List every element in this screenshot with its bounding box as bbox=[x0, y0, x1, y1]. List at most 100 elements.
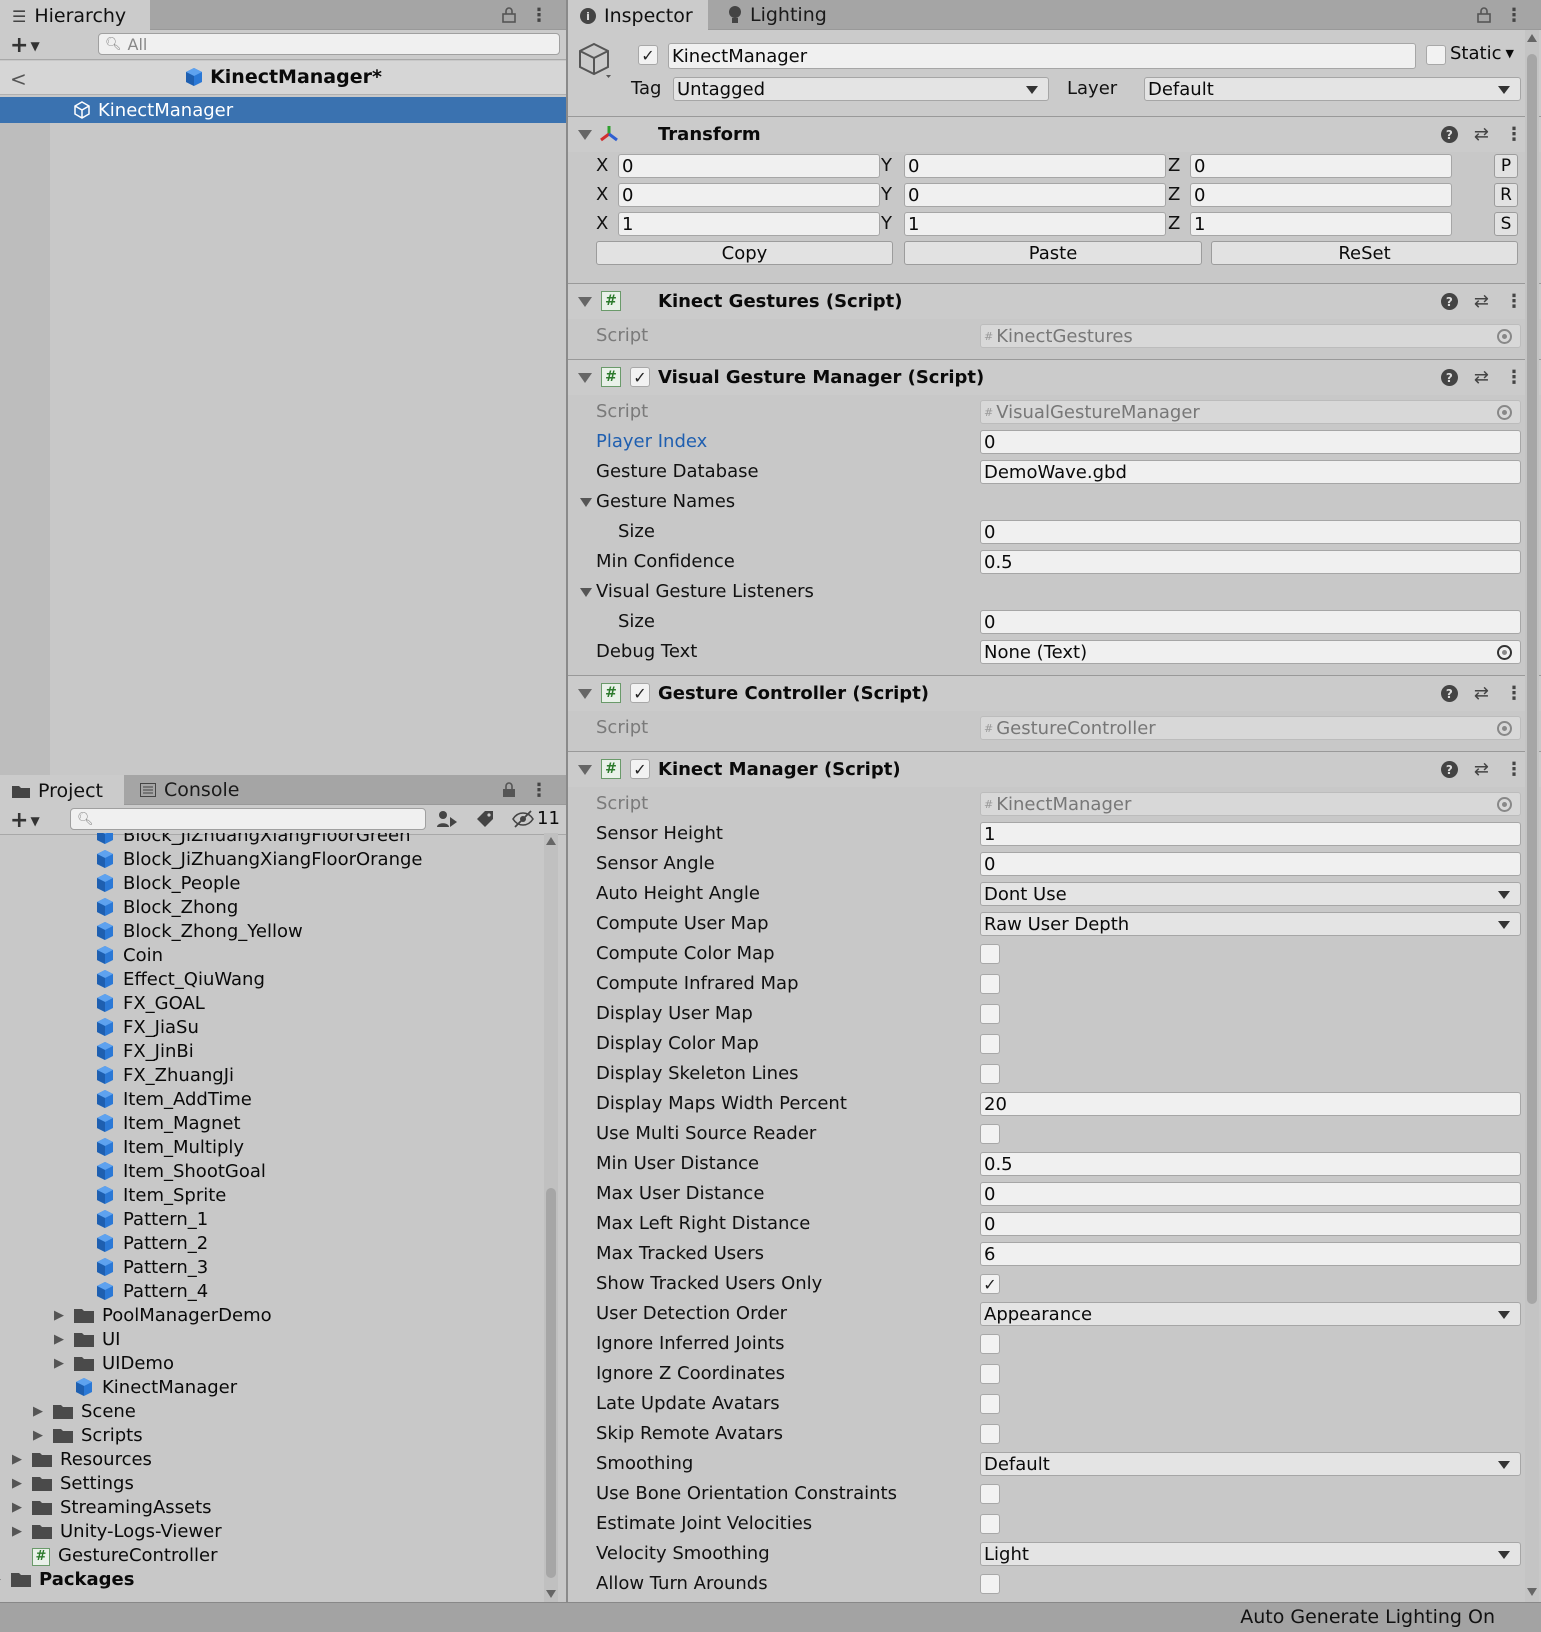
allow-turn-arounds-checkbox[interactable] bbox=[980, 1574, 1000, 1594]
project-item[interactable]: ▶ Scene bbox=[31, 1399, 136, 1423]
object-name-field[interactable]: KinectManager bbox=[668, 43, 1416, 69]
kebab-menu-icon[interactable]: ⋮ bbox=[530, 780, 548, 801]
scroll-down-icon[interactable] bbox=[1527, 1588, 1537, 1596]
user-detection-order-dropdown[interactable]: Appearance bbox=[980, 1302, 1521, 1326]
scale-reset-button[interactable]: S bbox=[1494, 212, 1518, 236]
tab-lighting[interactable]: Lighting bbox=[716, 0, 846, 30]
component-enabled-checkbox[interactable]: ✓ bbox=[630, 367, 650, 387]
show-tracked-users-only-checkbox[interactable]: ✓ bbox=[980, 1274, 1000, 1294]
tag-dropdown[interactable]: Untagged bbox=[673, 77, 1049, 101]
foldout-arrow-icon[interactable] bbox=[578, 689, 592, 699]
help-icon[interactable]: ? bbox=[1440, 761, 1458, 778]
object-picker-icon[interactable] bbox=[1497, 329, 1512, 344]
scroll-up-icon[interactable] bbox=[546, 837, 556, 845]
hierarchy-search-input[interactable]: 🔍︎ All bbox=[98, 33, 560, 55]
display-color-map-checkbox[interactable] bbox=[980, 1034, 1000, 1054]
kinect-gestures-header[interactable]: # Kinect Gestures (Script) ? ⇄ ⋮ bbox=[568, 283, 1541, 319]
project-item[interactable]: Coin bbox=[73, 943, 163, 967]
object-picker-icon[interactable] bbox=[1497, 797, 1512, 812]
foldout-arrow-icon[interactable] bbox=[580, 588, 592, 597]
presets-sliders-icon[interactable]: ⇄ bbox=[1474, 367, 1489, 388]
scroll-up-icon[interactable] bbox=[1527, 34, 1537, 42]
layer-dropdown[interactable]: Default bbox=[1144, 77, 1521, 101]
gesture-controller-header[interactable]: # ✓ Gesture Controller (Script) ? ⇄ ⋮ bbox=[568, 675, 1541, 711]
project-item[interactable]: Block_Zhong bbox=[73, 895, 238, 919]
project-item[interactable]: Item_Sprite bbox=[73, 1183, 226, 1207]
rotation-reset-button[interactable]: R bbox=[1494, 183, 1518, 207]
expand-arrow-icon[interactable]: ▶ bbox=[31, 1404, 45, 1419]
scale-z-field[interactable]: 1 bbox=[1190, 212, 1452, 236]
project-item[interactable]: ▶ UI bbox=[52, 1327, 120, 1351]
gesture-database-field[interactable]: DemoWave.gbd bbox=[980, 460, 1521, 484]
position-x-field[interactable]: 0 bbox=[618, 154, 880, 178]
project-item[interactable]: ▶ Settings bbox=[10, 1471, 134, 1495]
ignore-inferred-joints-checkbox[interactable] bbox=[980, 1334, 1000, 1354]
use-bone-orientation-constraints-checkbox[interactable] bbox=[980, 1484, 1000, 1504]
project-item[interactable]: FX_JiaSu bbox=[73, 1015, 199, 1039]
min-user-distance-field[interactable]: 0.5 bbox=[980, 1152, 1521, 1176]
min-confidence-field[interactable]: 0.5 bbox=[980, 550, 1521, 574]
component-enabled-checkbox[interactable]: ✓ bbox=[630, 759, 650, 779]
sensor-height-field[interactable]: 1 bbox=[980, 822, 1521, 846]
kebab-menu-icon[interactable]: ⋮ bbox=[1505, 683, 1523, 704]
rotation-y-field[interactable]: 0 bbox=[904, 183, 1166, 207]
axis-z-label[interactable]: Z bbox=[1168, 213, 1180, 234]
static-checkbox[interactable] bbox=[1426, 45, 1446, 65]
expand-arrow-icon[interactable]: ▶ bbox=[10, 1500, 24, 1515]
axis-y-label[interactable]: Y bbox=[881, 184, 892, 205]
object-picker-icon[interactable] bbox=[1497, 645, 1512, 660]
gesture-names-size-field[interactable]: 0 bbox=[980, 520, 1521, 544]
project-item[interactable]: KinectManager bbox=[52, 1375, 237, 1399]
hidden-packages-toggle[interactable]: 11 bbox=[512, 808, 560, 829]
skip-remote-avatars-checkbox[interactable] bbox=[980, 1424, 1000, 1444]
kebab-menu-icon[interactable]: ⋮ bbox=[1505, 124, 1523, 145]
scale-x-field[interactable]: 1 bbox=[618, 212, 880, 236]
label-tag-icon[interactable] bbox=[475, 809, 495, 829]
project-item[interactable]: ▶ UIDemo bbox=[52, 1351, 174, 1375]
help-icon[interactable]: ? bbox=[1440, 685, 1458, 702]
help-icon[interactable]: ? bbox=[1440, 293, 1458, 310]
foldout-arrow-icon[interactable] bbox=[580, 498, 592, 507]
project-item[interactable]: Block_JiZhuangXiangFloorGreen bbox=[73, 833, 411, 847]
compute-user-map-dropdown[interactable]: Raw User Depth bbox=[980, 912, 1521, 936]
axis-z-label[interactable]: Z bbox=[1168, 155, 1180, 176]
max-user-distance-field[interactable]: 0 bbox=[980, 1182, 1521, 1206]
project-search-input[interactable]: 🔍︎ bbox=[70, 808, 426, 830]
axis-y-label[interactable]: Y bbox=[881, 155, 892, 176]
scroll-down-icon[interactable] bbox=[546, 1590, 556, 1598]
display-user-map-checkbox[interactable] bbox=[980, 1004, 1000, 1024]
help-icon[interactable]: ? bbox=[1440, 369, 1458, 386]
late-update-avatars-checkbox[interactable] bbox=[980, 1394, 1000, 1414]
use-multi-source-reader-checkbox[interactable] bbox=[980, 1124, 1000, 1144]
object-active-checkbox[interactable]: ✓ bbox=[638, 45, 658, 65]
debug-text-field[interactable]: None (Text) bbox=[980, 640, 1521, 664]
project-item[interactable]: FX_JinBi bbox=[73, 1039, 194, 1063]
project-item[interactable]: Item_AddTime bbox=[73, 1087, 252, 1111]
expand-arrow-icon[interactable]: ▶ bbox=[52, 1332, 66, 1347]
project-item[interactable]: ▶ Scripts bbox=[31, 1423, 143, 1447]
rotation-z-field[interactable]: 0 bbox=[1190, 183, 1452, 207]
create-asset-button[interactable]: + ▼ bbox=[10, 808, 40, 833]
estimate-joint-velocities-checkbox[interactable] bbox=[980, 1514, 1000, 1534]
hierarchy-item-kinectmanager[interactable]: KinectManager bbox=[0, 97, 566, 123]
project-item[interactable]: Item_Multiply bbox=[73, 1135, 244, 1159]
lock-icon[interactable] bbox=[502, 7, 516, 23]
project-item[interactable]: FX_GOAL bbox=[73, 991, 205, 1015]
project-item[interactable]: Effect_QiuWang bbox=[73, 967, 265, 991]
display-maps-width-percent-field[interactable]: 20 bbox=[980, 1092, 1521, 1116]
expand-arrow-icon[interactable]: ▶ bbox=[10, 1452, 24, 1467]
object-picker-icon[interactable] bbox=[1497, 721, 1512, 736]
rotation-x-field[interactable]: 0 bbox=[618, 183, 880, 207]
listeners-size-field[interactable]: 0 bbox=[980, 610, 1521, 634]
kinect-manager-header[interactable]: # ✓ Kinect Manager (Script) ? ⇄ ⋮ bbox=[568, 751, 1541, 787]
auto-height-angle-dropdown[interactable]: Dont Use bbox=[980, 882, 1521, 906]
axis-y-label[interactable]: Y bbox=[881, 213, 892, 234]
lock-icon[interactable] bbox=[502, 782, 516, 798]
project-item[interactable]: Pattern_2 bbox=[73, 1231, 208, 1255]
project-item[interactable]: ▶ Packages bbox=[0, 1567, 134, 1591]
axis-x-label[interactable]: X bbox=[596, 184, 608, 205]
create-button[interactable]: + ▼ bbox=[10, 33, 40, 58]
project-scrollbar[interactable] bbox=[544, 833, 558, 1602]
reset-button[interactable]: ReSet bbox=[1211, 241, 1518, 265]
project-item[interactable]: Pattern_3 bbox=[73, 1255, 208, 1279]
